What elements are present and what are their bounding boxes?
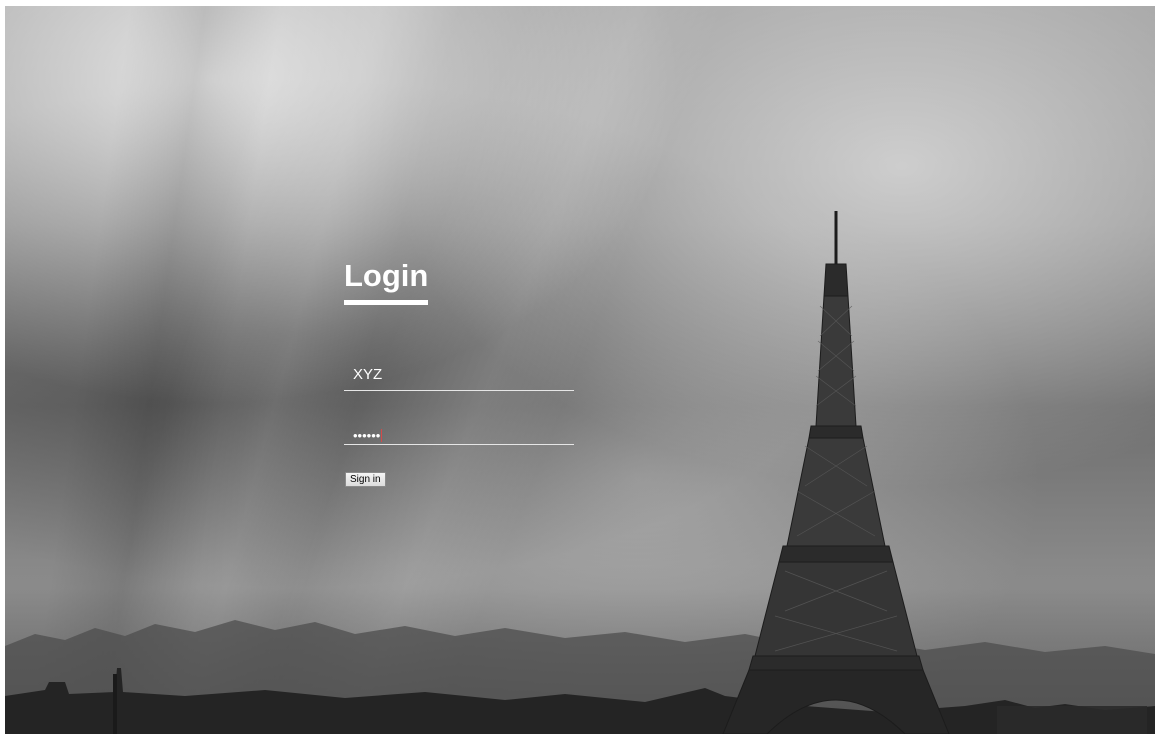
paris-skyline-illustration <box>5 211 1155 734</box>
background-photo <box>5 6 1155 734</box>
password-mask-text: •••••• <box>353 428 381 443</box>
eiffel-tower <box>722 211 950 734</box>
text-cursor <box>381 429 383 442</box>
sign-in-button[interactable]: Sign in <box>345 472 386 487</box>
login-title: Login <box>344 256 429 305</box>
login-form: Login •••••• Sign in <box>344 256 576 487</box>
username-input[interactable] <box>344 359 574 391</box>
password-mask: •••••• <box>353 428 383 443</box>
